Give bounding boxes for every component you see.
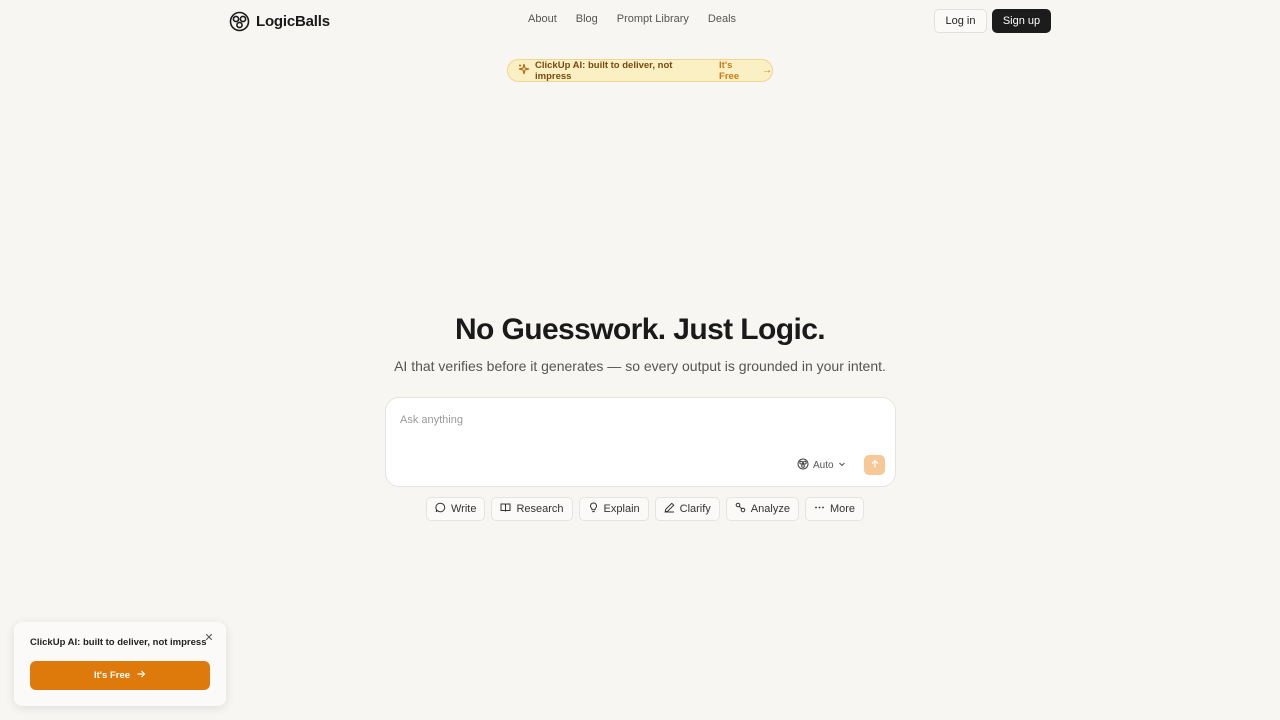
- toast-text: ClickUp AI: built to deliver, not impres…: [30, 637, 207, 648]
- chip-clarify[interactable]: Clarify: [654, 497, 720, 521]
- logicballs-logo-icon: [229, 11, 250, 32]
- promo-toast: ClickUp AI: built to deliver, not impres…: [14, 622, 226, 706]
- signup-button[interactable]: Sign up: [992, 9, 1051, 33]
- login-button[interactable]: Log in: [934, 9, 987, 33]
- book-icon: [500, 502, 511, 516]
- toast-cta-button[interactable]: It's Free: [30, 661, 210, 690]
- promo-banner[interactable]: ClickUp AI: built to deliver, not impres…: [507, 59, 773, 82]
- nav-blog[interactable]: Blog: [576, 13, 598, 25]
- close-icon[interactable]: ✕: [203, 632, 215, 644]
- hero-subtitle: AI that verifies before it generates — s…: [394, 358, 886, 374]
- arrow-right-icon: [136, 669, 146, 682]
- toast-cta-label: It's Free: [93, 670, 131, 681]
- chip-more[interactable]: More: [804, 497, 864, 521]
- chip-label: Write: [451, 503, 477, 515]
- chip-label: Research: [516, 503, 564, 515]
- chip-explain[interactable]: Explain: [578, 497, 649, 521]
- chip-label: Clarify: [679, 503, 711, 515]
- sparkles-icon: [518, 63, 530, 78]
- quick-actions: Write Research Explain Clarify Analyze M…: [426, 497, 864, 521]
- chip-write[interactable]: Write: [426, 497, 486, 521]
- nav-about[interactable]: About: [528, 13, 557, 25]
- chat-bubble-icon: [435, 502, 446, 516]
- prompt-box: Auto: [385, 397, 896, 487]
- hero-title: No Guesswork. Just Logic.: [454, 313, 826, 346]
- chevron-down-icon: [838, 460, 846, 471]
- lightbulb-icon: [588, 502, 599, 516]
- chip-label: Explain: [603, 503, 640, 515]
- chip-label: More: [829, 503, 855, 515]
- chip-label: Analyze: [750, 503, 790, 515]
- analyze-icon: [735, 502, 746, 516]
- chip-analyze[interactable]: Analyze: [725, 497, 799, 521]
- main-nav: About Blog Prompt Library Deals: [528, 13, 736, 25]
- model-select-label: Auto: [813, 459, 834, 471]
- promo-text: ClickUp AI: built to deliver, not impres…: [535, 59, 673, 82]
- top-header: LogicBalls About Blog Prompt Library Dea…: [0, 0, 1280, 42]
- pencil-icon: [664, 502, 675, 516]
- ellipsis-icon: [814, 502, 825, 516]
- logo-text: LogicBalls: [256, 12, 330, 30]
- prompt-input[interactable]: [400, 412, 880, 428]
- send-button[interactable]: [864, 455, 885, 475]
- nav-deals[interactable]: Deals: [708, 13, 736, 25]
- model-icon: [797, 458, 809, 473]
- chip-research[interactable]: Research: [491, 497, 573, 521]
- promo-cta[interactable]: It's Free: [719, 60, 755, 82]
- logo[interactable]: LogicBalls: [229, 10, 330, 32]
- arrow-right-icon: →: [762, 65, 772, 76]
- arrow-up-icon: [870, 456, 880, 474]
- model-select[interactable]: Auto: [797, 457, 846, 473]
- nav-prompt-library[interactable]: Prompt Library: [617, 13, 689, 25]
